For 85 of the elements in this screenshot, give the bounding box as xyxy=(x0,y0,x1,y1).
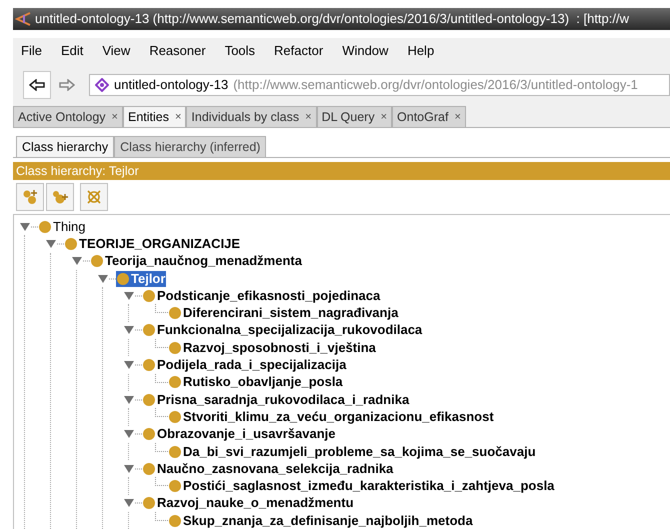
tree-connector xyxy=(155,477,168,486)
collapse-icon[interactable] xyxy=(124,290,142,301)
tree-item[interactable]: Razvoj_nauke_o_menadžmentu xyxy=(142,495,355,512)
collapse-icon[interactable] xyxy=(72,256,90,266)
class-icon xyxy=(143,324,155,336)
tree-connector xyxy=(155,339,168,348)
tree-item[interactable]: Podijela_rada_i_specijalizacija xyxy=(142,357,348,374)
class-icon xyxy=(169,307,181,320)
menu-item[interactable]: Window xyxy=(342,41,388,61)
menu-item[interactable]: Edit xyxy=(60,41,84,61)
tree-connector xyxy=(155,442,168,452)
back-arrow-icon xyxy=(29,79,45,91)
tree-item[interactable]: Teorija_naučnog_menadžmenta xyxy=(90,253,303,270)
tree-item[interactable]: Podsticanje_efikasnosti_pojedinaca xyxy=(142,288,382,304)
ontology-icon xyxy=(95,78,109,92)
tab[interactable]: Entities × xyxy=(122,106,186,127)
back-button[interactable] xyxy=(23,71,51,99)
class-icon xyxy=(169,410,181,423)
tree-item[interactable]: Thing xyxy=(38,218,87,235)
tree-connector xyxy=(155,374,168,383)
class-icon xyxy=(143,359,155,372)
collapse-icon[interactable] xyxy=(124,429,142,440)
window-title: untitled-ontology-13 (http://www.semanticweb.org/dvr/ontologies/2016/3/untitled-ontology-13) : [http://w xyxy=(35,10,629,28)
ontology-address-field[interactable]: untitled-ontology-13 (http://www.semanticweb.org/dvr/ontologies/2016/3/untitled-ontology-1 xyxy=(89,74,670,96)
class-icon xyxy=(169,480,181,492)
close-tab-button[interactable]: × xyxy=(112,108,118,126)
tree-connector xyxy=(155,512,168,522)
tree-connector xyxy=(155,408,168,418)
class-icon xyxy=(143,394,155,406)
collapse-icon[interactable] xyxy=(124,498,142,508)
class-icon xyxy=(169,376,181,388)
collapse-icon[interactable] xyxy=(20,222,38,232)
collapse-icon[interactable] xyxy=(124,360,142,370)
tab[interactable]: Individuals by class × xyxy=(186,106,317,127)
class-icon xyxy=(117,272,129,285)
menu-item[interactable]: Reasoner xyxy=(149,41,206,61)
close-tab-button[interactable]: × xyxy=(174,108,182,126)
class-icon xyxy=(143,290,155,302)
tree-item[interactable]: Obrazovanje_i_usavršavanje xyxy=(142,426,336,442)
tree-item[interactable]: Naučno_zasnovana_selekcija_radnika xyxy=(142,460,394,477)
tree-item[interactable]: Funkcionalna_specijalizacija_rukovodilaca xyxy=(142,322,424,338)
close-tab-button[interactable]: × xyxy=(305,108,312,126)
menu-item[interactable]: Help xyxy=(407,41,434,61)
class-icon xyxy=(39,220,51,233)
collapse-icon[interactable] xyxy=(46,238,64,249)
menu-item[interactable]: View xyxy=(102,41,130,61)
class-icon xyxy=(143,462,155,475)
class-icon xyxy=(143,497,155,510)
class-icon xyxy=(143,428,155,440)
tree-connector xyxy=(155,304,168,314)
class-icon xyxy=(169,446,181,458)
tree-item[interactable]: Tejlor xyxy=(116,270,166,287)
tree-item[interactable]: Diferencirani_sistem_nagrađivanja xyxy=(168,305,400,322)
class-icon xyxy=(65,238,77,250)
class-icon xyxy=(169,342,181,354)
close-tab-button[interactable]: × xyxy=(454,108,461,126)
tab[interactable]: DL Query × xyxy=(316,106,392,127)
tab[interactable]: Active Ontology × xyxy=(13,106,123,127)
add-subclass-icon xyxy=(22,189,38,205)
collapse-icon[interactable] xyxy=(98,274,116,284)
tree-item[interactable]: Da_bi_svi_razumjeli_probleme_sa_kojima_se_suočavaju xyxy=(168,444,537,460)
delete-icon xyxy=(86,189,102,205)
tree-item[interactable]: Razvoj_sposobnosti_i_vještina xyxy=(168,340,377,356)
class-icon xyxy=(169,514,181,527)
close-tab-button[interactable]: × xyxy=(380,108,388,126)
collapse-icon[interactable] xyxy=(124,394,142,405)
tree-item[interactable]: Postići_saglasnost_između_karakteristika_i_zahtjeva_posla xyxy=(168,478,556,494)
tree-item[interactable]: Stvoriti_klimu_za_veću_organizacionu_efikasnost xyxy=(168,408,495,425)
menu-item[interactable]: Tools xyxy=(224,41,256,61)
tab[interactable]: Class hierarchy xyxy=(16,136,114,157)
tree-item[interactable]: TEORIJE_ORGANIZACIJE xyxy=(64,236,242,252)
forward-arrow-icon xyxy=(59,79,75,91)
menu-item[interactable]: Refactor xyxy=(274,41,324,61)
menu-item[interactable]: File xyxy=(21,41,42,61)
tree-item[interactable]: Prisna_saradnja_rukovodilaca_i_radnika xyxy=(142,392,410,408)
tree-item[interactable]: Skup_znanja_za_definisanje_najboljih_metoda xyxy=(168,512,474,529)
tab[interactable]: OntoGraf × xyxy=(392,106,466,127)
add-sibling-icon xyxy=(52,189,68,205)
app-logo-icon xyxy=(15,12,31,26)
panel-title: Class hierarchy: Tejlor xyxy=(16,162,139,180)
collapse-icon[interactable] xyxy=(124,464,142,474)
tab[interactable]: Class hierarchy (inferred) xyxy=(114,136,266,157)
collapse-icon[interactable] xyxy=(124,325,142,336)
tree-item[interactable]: Rutisko_obavljanje_posla xyxy=(168,374,344,390)
class-icon xyxy=(91,255,103,268)
